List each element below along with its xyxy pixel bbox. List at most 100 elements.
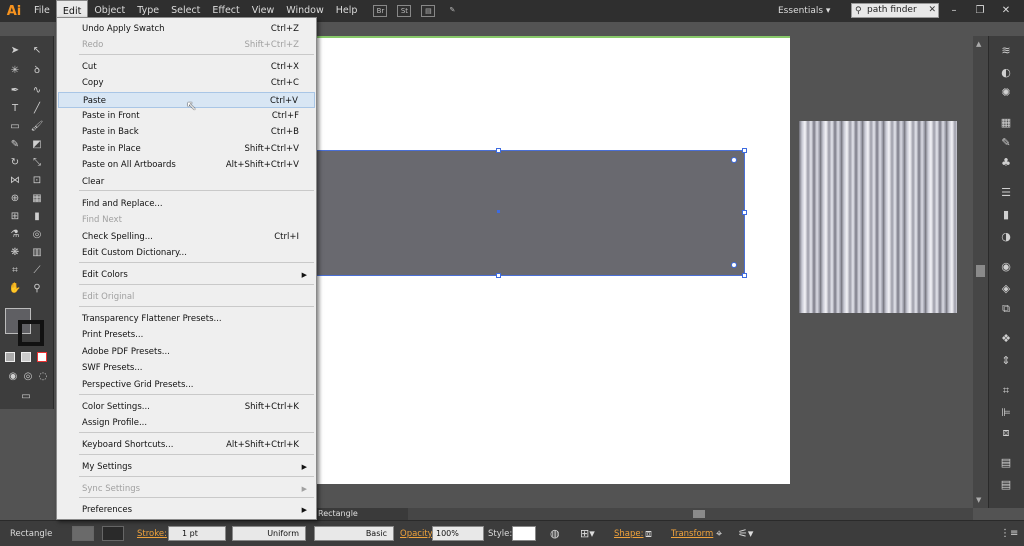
handle-top-center[interactable] xyxy=(496,148,501,153)
pencil-tool-icon[interactable]: ✎ xyxy=(7,138,23,152)
column-graph-tool-icon[interactable]: ▥ xyxy=(29,246,45,260)
selected-rectangle[interactable] xyxy=(316,150,745,276)
stroke-weight-input[interactable]: 1 pt xyxy=(168,526,226,541)
mesh-tool-icon[interactable]: ⊞ xyxy=(7,210,23,224)
workspace-switcher[interactable]: Essentials ▾ xyxy=(778,3,830,19)
layer-stack-icon[interactable]: ❖ xyxy=(998,332,1014,346)
draw-behind-icon[interactable]: ◎ xyxy=(20,370,36,384)
vertical-scroll-thumb[interactable] xyxy=(976,265,985,277)
menu-item-edit-colors[interactable]: Edit Colors ▶ xyxy=(58,267,315,283)
document-info-icon[interactable]: ▤ xyxy=(998,456,1014,470)
libraries-icon[interactable]: ≋ xyxy=(998,44,1014,58)
asset-export-icon[interactable]: ⇕ xyxy=(998,354,1014,368)
menu-item-preferences[interactable]: Preferences ▶ xyxy=(58,502,315,518)
pathfinder-icon[interactable]: ⧈ xyxy=(998,426,1014,440)
menu-item-copy[interactable]: Copy Ctrl+C xyxy=(58,75,315,91)
vertical-scrollbar[interactable]: ▲ ▼ xyxy=(973,36,988,508)
brush-definition-select[interactable]: Basic xyxy=(314,526,394,541)
menu-file[interactable]: File xyxy=(28,0,56,22)
isolate-object-icon[interactable]: ⌖ xyxy=(716,527,722,541)
rotate-tool-icon[interactable]: ↻ xyxy=(7,156,23,170)
free-transform-tool-icon[interactable]: ⊡ xyxy=(29,174,45,188)
blend-tool-icon[interactable]: ◎ xyxy=(29,228,45,242)
scroll-down-icon[interactable]: ▼ xyxy=(976,496,981,504)
clear-search-icon[interactable]: ✕ xyxy=(928,4,936,17)
slice-tool-icon[interactable]: ⟋ xyxy=(29,264,45,278)
corner-widget-top[interactable] xyxy=(731,157,737,163)
handle-middle-right[interactable] xyxy=(742,210,747,215)
stroke-icon[interactable]: ☰ xyxy=(998,186,1014,200)
menu-item-clear[interactable]: Clear xyxy=(58,174,315,190)
minimize-button[interactable]: – xyxy=(944,3,964,18)
menu-item-print-presets[interactable]: Print Presets... xyxy=(58,327,315,343)
menu-item-transparency-flattener-presets[interactable]: Transparency Flattener Presets... xyxy=(58,311,315,327)
menu-item-paste-on-all-artboards[interactable]: Paste on All Artboards Alt+Shift+Ctrl+V xyxy=(58,157,315,173)
eraser-tool-icon[interactable]: ◩ xyxy=(29,138,45,152)
lasso-tool-icon[interactable]: ꝺ xyxy=(29,64,45,78)
line-tool-icon[interactable]: ╱ xyxy=(29,102,45,116)
links-icon[interactable]: ▤ xyxy=(998,478,1014,492)
paintbrush-tool-icon[interactable]: 🖌 xyxy=(29,120,45,134)
artboard-tool-icon[interactable]: ⌗ xyxy=(7,264,23,278)
scroll-up-icon[interactable]: ▲ xyxy=(976,40,981,48)
draw-inside-icon[interactable]: ◌ xyxy=(35,370,51,384)
variable-width-profile-select[interactable]: Uniform xyxy=(232,526,306,541)
shape-panel-link[interactable]: Shape: xyxy=(614,527,643,541)
curvature-tool-icon[interactable]: ∿ xyxy=(29,84,45,98)
gpu-performance-icon[interactable]: ✎ xyxy=(445,5,459,17)
menu-item-my-settings[interactable]: My Settings ▶ xyxy=(58,459,315,475)
gradient-tool-icon[interactable]: ▮ xyxy=(29,210,45,224)
artboards-icon[interactable]: ⧉ xyxy=(998,302,1014,316)
opacity-input[interactable]: 100% xyxy=(432,526,484,541)
menu-item-find-and-replace[interactable]: Find and Replace... xyxy=(58,196,315,212)
appearance-icon[interactable]: ✺ xyxy=(998,86,1014,100)
help-search-input[interactable]: ⚲ path finder ✕ xyxy=(851,3,939,18)
zoom-tool-icon[interactable]: ⚲ xyxy=(29,282,45,296)
menu-item-edit-custom-dictionary[interactable]: Edit Custom Dictionary... xyxy=(58,245,315,261)
opacity-panel-link[interactable]: Opacity: xyxy=(400,527,435,541)
striped-gradient-artwork[interactable] xyxy=(799,121,957,313)
color-guide-icon[interactable]: ◐ xyxy=(998,66,1014,80)
menu-item-color-settings[interactable]: Color Settings... Shift+Ctrl+K xyxy=(58,399,315,415)
screen-mode-icon[interactable]: ▭ xyxy=(18,390,34,404)
graphic-styles-icon[interactable]: ◉ xyxy=(998,260,1014,274)
hand-tool-icon[interactable]: ✋ xyxy=(7,282,23,296)
color-mode-button[interactable] xyxy=(5,352,15,362)
panel-menu-icon[interactable]: ⋮≡ xyxy=(1000,527,1018,541)
perspective-grid-tool-icon[interactable]: ▦ xyxy=(29,192,45,206)
direct-selection-tool-icon[interactable]: ↖ xyxy=(29,44,45,58)
shape-properties-icon[interactable]: ⧈ xyxy=(645,527,652,541)
stroke-color-dropdown[interactable] xyxy=(102,526,124,541)
menu-item-adobe-pdf-presets[interactable]: Adobe PDF Presets... xyxy=(58,344,315,360)
handle-top-right[interactable] xyxy=(742,148,747,153)
width-tool-icon[interactable]: ⋈ xyxy=(7,174,23,188)
menu-item-assign-profile[interactable]: Assign Profile... xyxy=(58,415,315,431)
shape-builder-tool-icon[interactable]: ⊕ xyxy=(7,192,23,206)
pen-tool-icon[interactable]: ✒ xyxy=(7,84,23,98)
menu-item-cut[interactable]: Cut Ctrl+X xyxy=(58,59,315,75)
eyedropper-tool-icon[interactable]: ⚗ xyxy=(7,228,23,242)
menu-item-swf-presets[interactable]: SWF Presets... xyxy=(58,360,315,376)
transparency-icon[interactable]: ◑ xyxy=(998,230,1014,244)
menu-item-undo-apply-swatch[interactable]: Undo Apply Swatch Ctrl+Z xyxy=(58,21,315,37)
menu-item-paste-in-place[interactable]: Paste in Place Shift+Ctrl+V xyxy=(58,141,315,157)
stroke-color-swatch[interactable] xyxy=(18,320,44,346)
handle-bottom-right[interactable] xyxy=(742,273,747,278)
transform-panel-link[interactable]: Transform xyxy=(671,527,713,541)
stock-icon[interactable]: St xyxy=(397,5,412,17)
recolor-artwork-icon[interactable]: ◍ xyxy=(550,527,560,541)
bridge-icon[interactable]: Br xyxy=(373,5,388,17)
transform-icon[interactable]: ⌗ xyxy=(998,384,1014,398)
arrange-documents-icon[interactable]: ▤ xyxy=(421,5,436,17)
horizontal-scrollbar[interactable]: Rectangle xyxy=(316,508,973,520)
fill-dropdown[interactable] xyxy=(72,526,94,541)
graphic-style-picker[interactable] xyxy=(512,526,536,541)
gradient-icon[interactable]: ▮ xyxy=(998,208,1014,222)
corner-widget-bottom[interactable] xyxy=(731,262,737,268)
magic-wand-tool-icon[interactable]: ✳ xyxy=(7,64,23,78)
close-button[interactable]: ✕ xyxy=(996,3,1016,18)
layers-icon[interactable]: ◈ xyxy=(998,282,1014,296)
rectangle-tool-icon[interactable]: ▭ xyxy=(7,120,23,134)
swatches-icon[interactable]: ▦ xyxy=(998,116,1014,130)
symbols-icon[interactable]: ♣ xyxy=(998,156,1014,170)
